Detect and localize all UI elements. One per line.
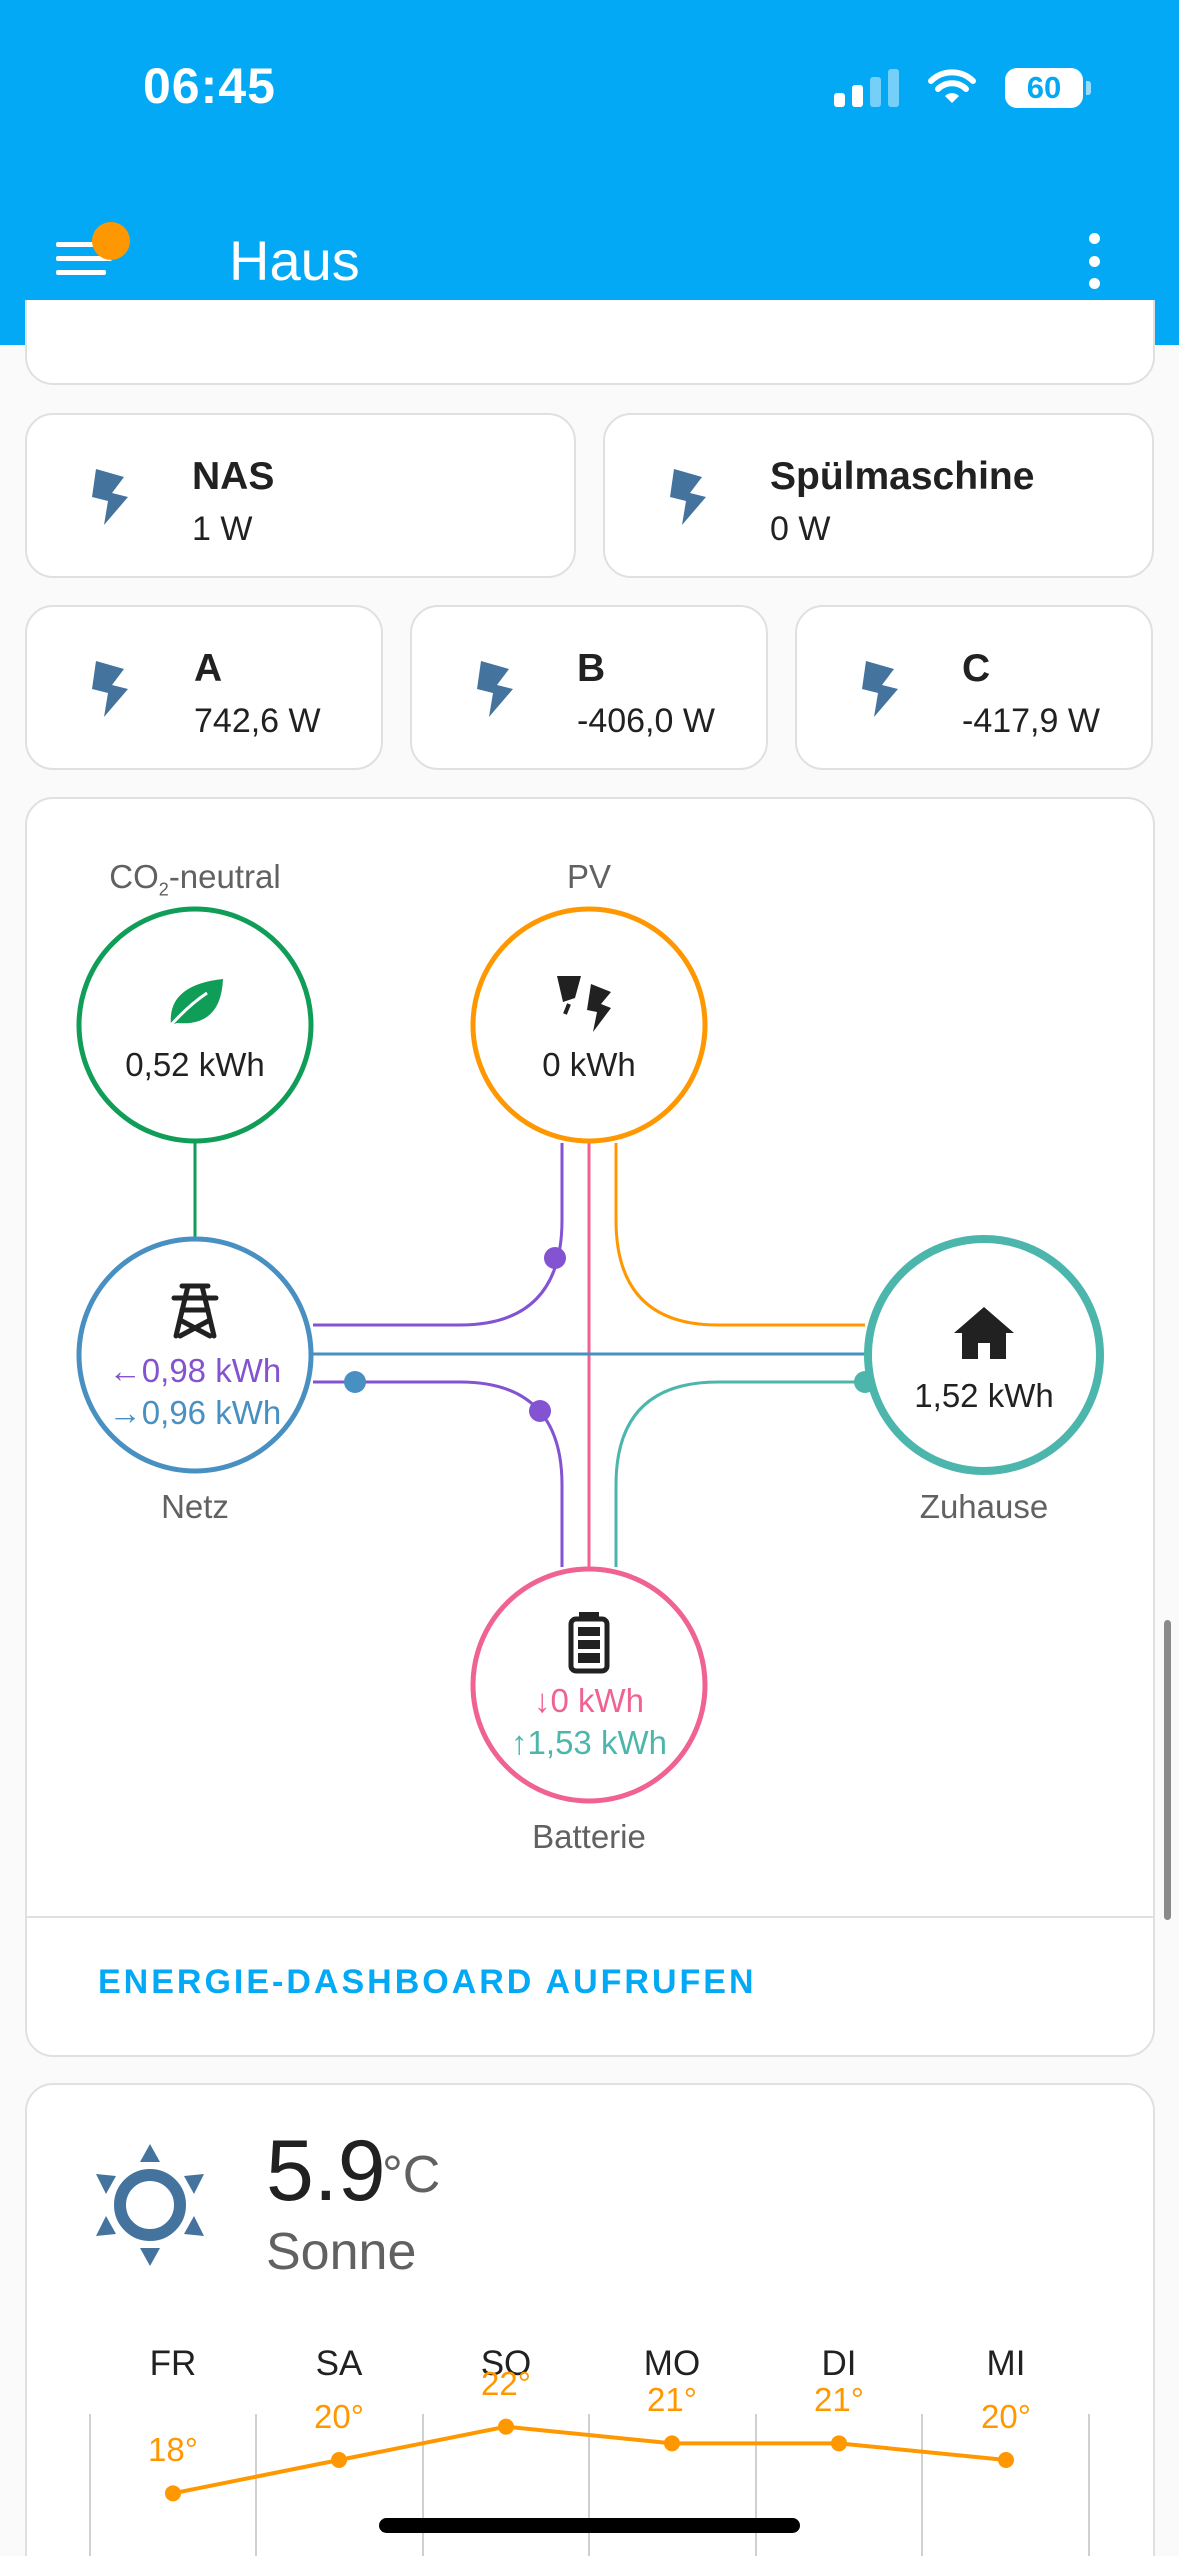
co2-node <box>76 906 314 1144</box>
forecast-day-3: MO <box>643 2344 701 2383</box>
scrollbar[interactable] <box>1164 1620 1171 1920</box>
co2-value: 0,52 kWh <box>125 1046 265 1083</box>
weather-condition: Sonne <box>266 2223 417 2281</box>
forecast-point-3 <box>664 2435 680 2452</box>
co2-label: CO2-neutral <box>109 858 281 900</box>
forecast-day-0: FR <box>149 2344 197 2383</box>
battery-out-value: ↑1,53 kWh <box>511 1724 667 1761</box>
home-indicator[interactable] <box>379 2518 800 2533</box>
forecast-day-1: SA <box>315 2344 363 2383</box>
forecast-point-5 <box>998 2452 1014 2468</box>
pv-node <box>470 906 708 1144</box>
home-node <box>864 1235 1104 1475</box>
forecast-point-0 <box>165 2485 181 2502</box>
home-value: 1,52 kWh <box>914 1377 1054 1414</box>
weather-temperature: 5.9 <box>266 2123 386 2219</box>
forecast-point-2 <box>498 2418 514 2435</box>
grid-label: Netz <box>161 1488 229 1525</box>
battery-in-value: ↓0 kWh <box>533 1682 645 1719</box>
pv-label: PV <box>566 858 612 895</box>
weather-unit: °C <box>382 2146 441 2204</box>
grid-out-value: →0,96 kWh <box>108 1394 282 1431</box>
forecast-day-4: DI <box>821 2344 857 2383</box>
forecast-point-1 <box>331 2452 347 2468</box>
home-label: Zuhause <box>919 1488 1049 1525</box>
forecast-day-5: MI <box>986 2344 1026 2383</box>
battery-label: Batterie <box>532 1818 646 1855</box>
energy-dashboard-link[interactable]: ENERGIE-DASHBOARD AUFRUFEN <box>98 1963 757 2002</box>
pv-value: 0 kWh <box>542 1046 636 1083</box>
grid-in-value: ←0,98 kWh <box>108 1352 282 1389</box>
forecast-temp-label-2: 22° <box>481 2364 531 2402</box>
sunny-icon <box>96 2144 204 2266</box>
forecast-point-4 <box>831 2435 847 2452</box>
